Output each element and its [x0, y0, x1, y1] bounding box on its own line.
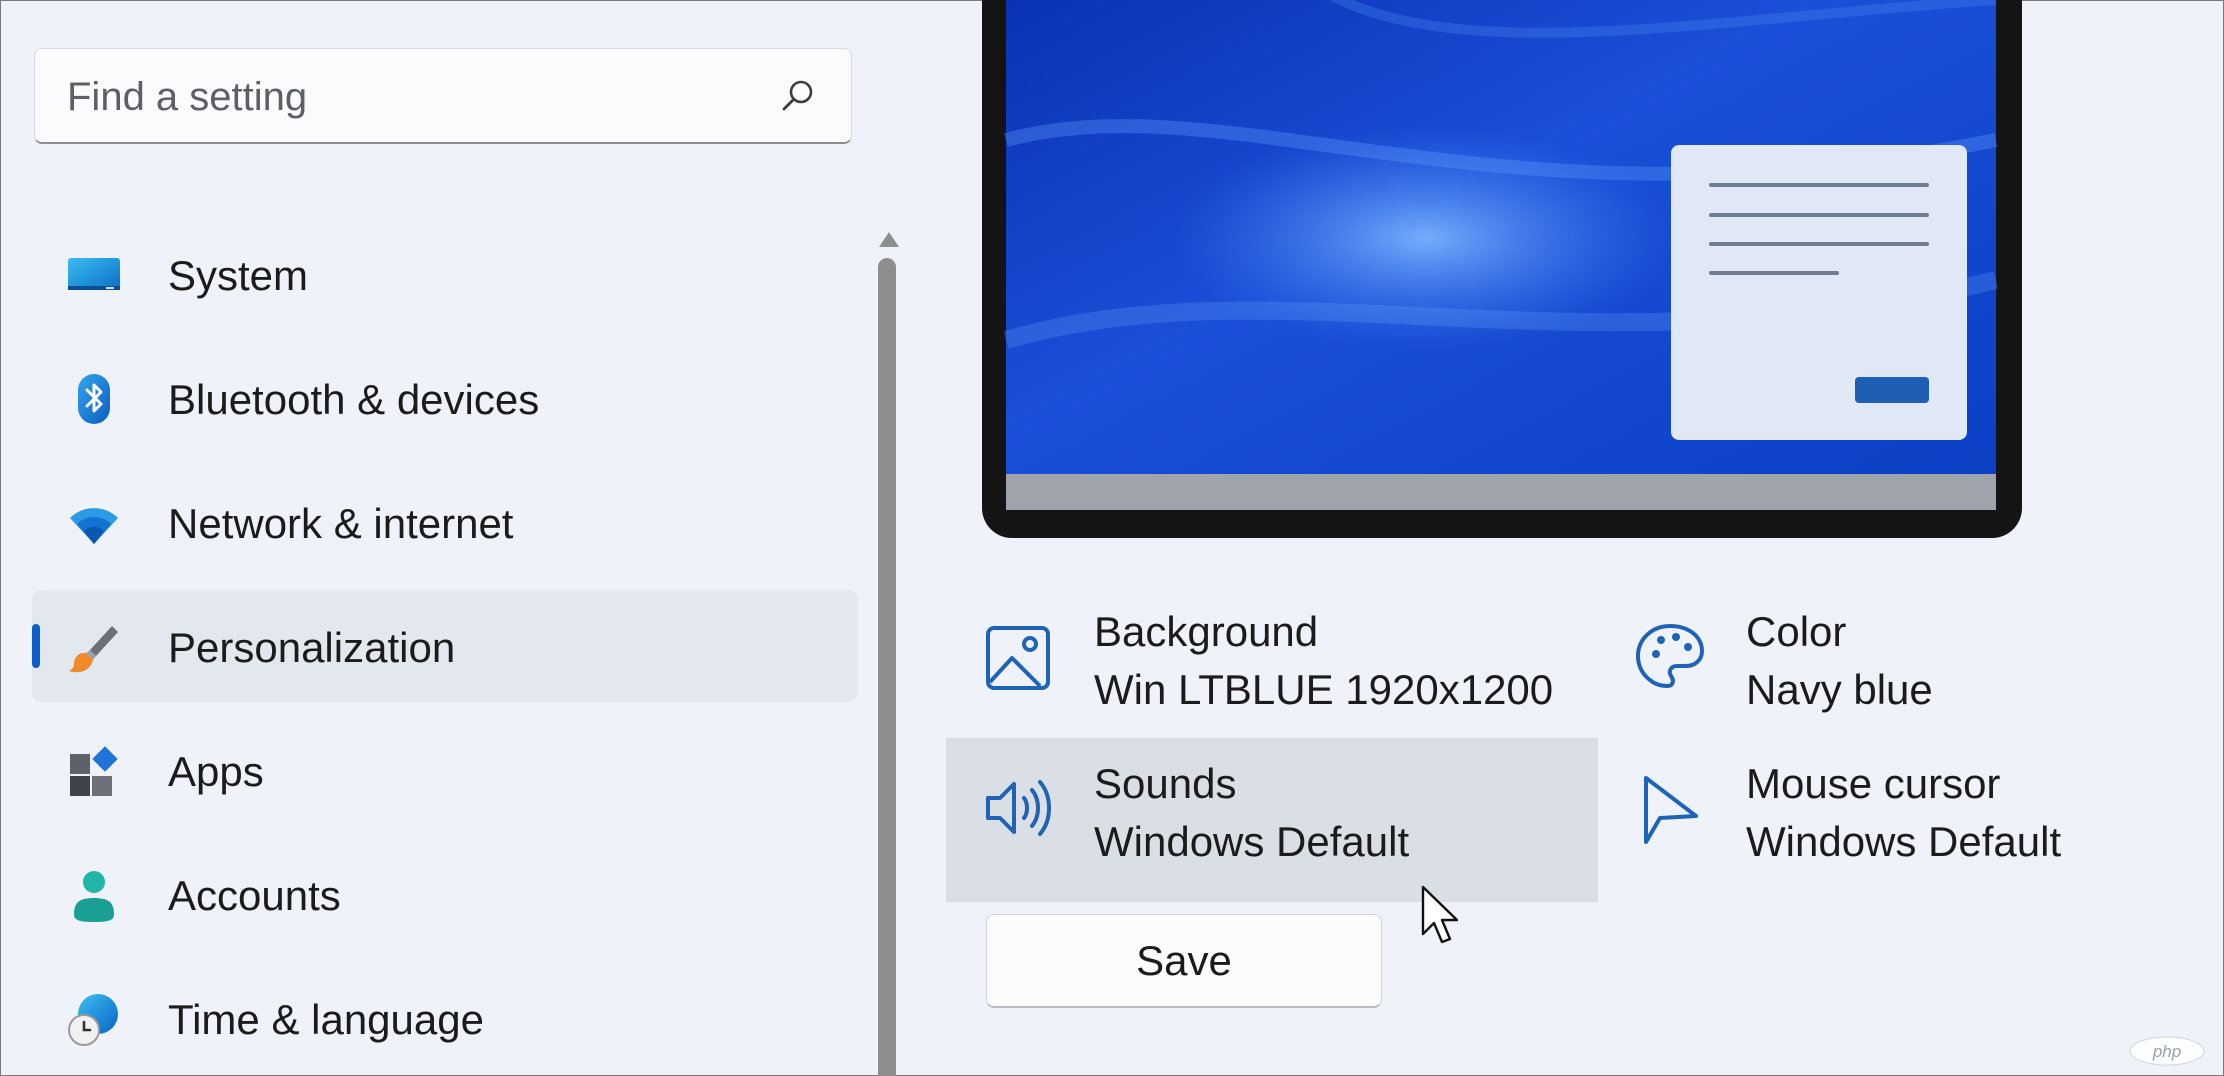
color-tile[interactable]: Color Navy blue [1598, 586, 2198, 750]
mouse-cursor-title: Mouse cursor [1746, 760, 2000, 808]
preview-line [1709, 242, 1929, 246]
cursor-arrow-icon [1634, 772, 1706, 844]
preview-line [1709, 271, 1839, 275]
sidebar-item-system[interactable]: System [32, 218, 858, 330]
theme-preview [982, 0, 2022, 538]
wifi-icon [66, 496, 122, 552]
sidebar-item-label: Apps [168, 748, 264, 796]
sidebar-item-apps[interactable]: Apps [32, 714, 858, 826]
sounds-tile[interactable]: Sounds Windows Default [946, 738, 1598, 902]
background-title: Background [1094, 608, 1318, 656]
speaker-icon [982, 772, 1054, 844]
search-box[interactable]: Find a setting [34, 48, 852, 144]
sidebar-item-bluetooth[interactable]: Bluetooth & devices [32, 342, 858, 454]
sidebar-item-label: System [168, 252, 308, 300]
sidebar-item-label: Network & internet [168, 500, 513, 548]
background-value: Win LTBLUE 1920x1200 [1094, 666, 1553, 714]
sidebar-item-label: Bluetooth & devices [168, 376, 539, 424]
monitor-icon [66, 248, 122, 304]
image-icon [982, 620, 1054, 692]
background-tile[interactable]: Background Win LTBLUE 1920x1200 [946, 586, 1598, 750]
sidebar-item-network[interactable]: Network & internet [32, 466, 858, 578]
scroll-up-arrow[interactable] [876, 228, 902, 250]
svg-text:php: php [2152, 1042, 2181, 1061]
selection-indicator [32, 624, 40, 668]
save-button[interactable]: Save [986, 914, 1382, 1008]
palette-icon [1634, 620, 1706, 692]
color-title: Color [1746, 608, 1846, 656]
sidebar-item-accounts[interactable]: Accounts [32, 838, 858, 950]
bluetooth-icon [66, 372, 122, 428]
preview-window-button [1855, 377, 1929, 403]
preview-window [1671, 145, 1967, 440]
paintbrush-icon [66, 620, 122, 676]
sidebar-item-time-language[interactable]: Time & language [32, 962, 858, 1074]
php-watermark-logo: php [2128, 1036, 2206, 1066]
mouse-cursor-value: Windows Default [1746, 818, 2061, 866]
preview-line [1709, 213, 1929, 217]
sidebar-item-personalization[interactable]: Personalization [32, 590, 858, 702]
sidebar-item-label: Time & language [168, 996, 484, 1044]
mouse-pointer-icon [1420, 884, 1460, 946]
preview-line [1709, 183, 1929, 187]
person-icon [66, 868, 122, 924]
preview-taskbar [1006, 474, 1996, 510]
mouse-cursor-tile[interactable]: Mouse cursor Windows Default [1598, 738, 2198, 902]
search-input[interactable]: Find a setting [67, 75, 307, 120]
globe-clock-icon [66, 992, 122, 1048]
apps-icon [66, 744, 122, 800]
sidebar-item-label: Accounts [168, 872, 341, 920]
sounds-value: Windows Default [1094, 818, 1409, 866]
color-value: Navy blue [1746, 666, 1933, 714]
search-icon[interactable] [779, 77, 817, 115]
sounds-title: Sounds [1094, 760, 1236, 808]
scrollbar-thumb[interactable] [878, 258, 896, 1076]
sidebar-item-label: Personalization [168, 624, 455, 672]
